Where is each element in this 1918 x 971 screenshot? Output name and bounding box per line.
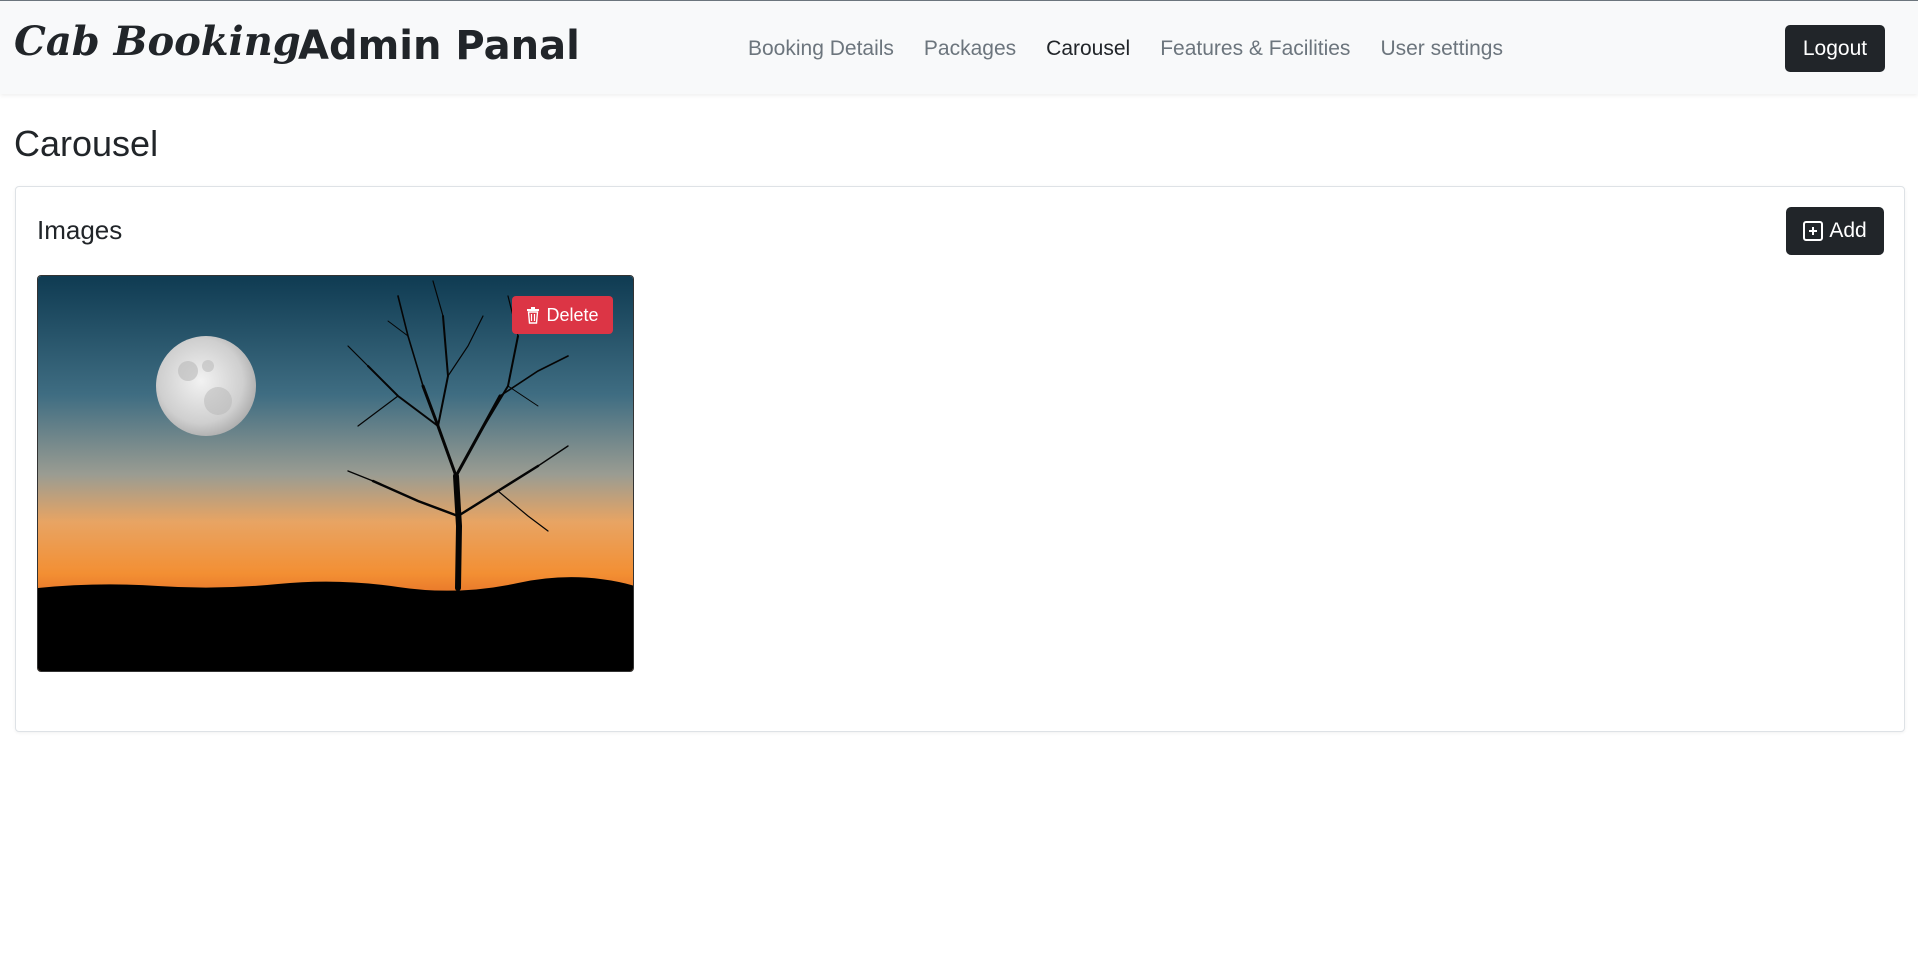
delete-image-button[interactable]: Delete xyxy=(512,296,613,334)
nav-link-user-settings[interactable]: User settings xyxy=(1380,34,1503,64)
nav-link-packages[interactable]: Packages xyxy=(924,34,1016,64)
brand-logo[interactable]: Cab Booking xyxy=(14,17,301,67)
main-nav: Booking Details Packages Carousel Featur… xyxy=(748,34,1533,64)
nav-link-carousel[interactable]: Carousel xyxy=(1046,34,1130,64)
trash-icon xyxy=(527,306,540,324)
admin-panel-title: Admin Panal xyxy=(298,23,580,69)
carousel-image-item: Delete xyxy=(37,275,634,672)
delete-button-label: Delete xyxy=(546,304,599,325)
add-button-label: Add xyxy=(1829,219,1867,242)
nav-link-booking-details[interactable]: Booking Details xyxy=(748,34,894,64)
moon-tree-sunset-image xyxy=(38,276,633,671)
logout-button[interactable]: Logout xyxy=(1785,25,1885,72)
plus-square-icon xyxy=(1803,221,1824,241)
images-card: Images Add Delete xyxy=(15,186,1905,732)
top-navbar: Cab Booking Admin Panal Booking Details … xyxy=(0,0,1918,94)
page-title: Carousel xyxy=(14,123,159,164)
add-image-button[interactable]: Add xyxy=(1786,207,1884,255)
nav-link-features-facilities[interactable]: Features & Facilities xyxy=(1160,34,1350,64)
images-card-title: Images xyxy=(37,215,123,245)
